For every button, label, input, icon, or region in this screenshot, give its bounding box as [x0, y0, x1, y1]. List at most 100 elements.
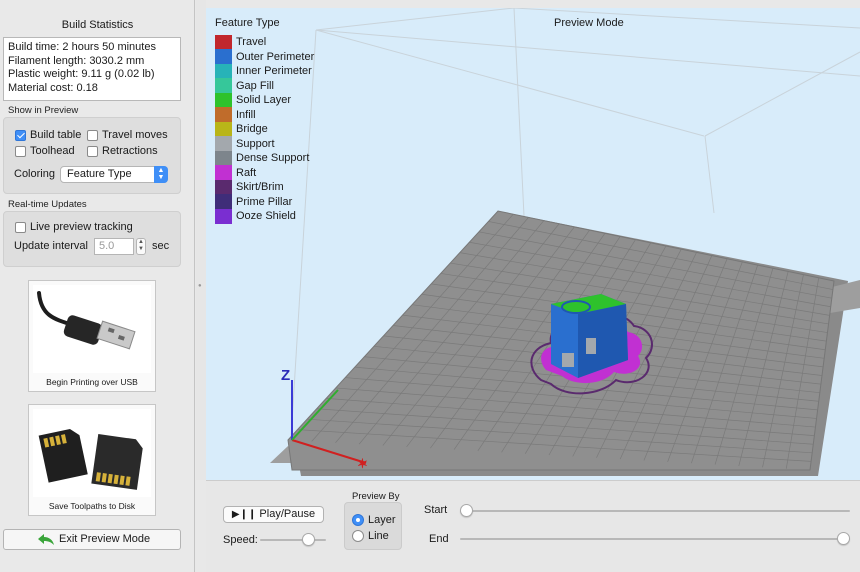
speed-slider-track[interactable]: [260, 539, 326, 541]
build-statistics-title: Build Statistics: [61, 19, 134, 31]
legend-label: Ooze Shield: [236, 210, 296, 223]
build-table-label: Build table: [30, 129, 82, 141]
play-pause-label: Play/Pause: [259, 508, 316, 520]
legend-item: Inner Perimeter: [215, 63, 314, 79]
retractions-checkbox[interactable]: Retractions: [87, 145, 158, 157]
begin-printing-usb-button[interactable]: Begin Printing over USB: [28, 280, 156, 392]
exit-preview-mode-label: Exit Preview Mode: [59, 533, 151, 545]
legend-label: Inner Perimeter: [236, 65, 312, 78]
update-interval-unit: sec: [152, 240, 170, 252]
build-table-check-icon: [15, 129, 26, 141]
legend-label: Prime Pillar: [236, 195, 293, 208]
preview-viewport[interactable]: Z ✶ Feature Type Travel Outer Perimeter In…: [206, 8, 860, 480]
show-in-preview-label: Show in Preview: [8, 105, 79, 116]
legend-swatch: [215, 194, 232, 210]
preview-by-label: Preview By: [352, 491, 400, 502]
update-interval-stepper[interactable]: ▲ ▼: [136, 238, 146, 255]
legend-swatch: [215, 92, 232, 108]
legend-item: Solid Layer: [215, 92, 314, 108]
end-label: End: [429, 533, 449, 545]
play-pause-button[interactable]: ▶❙❙ Play/Pause: [223, 506, 324, 523]
legend-label: Infill: [236, 108, 256, 121]
realtime-updates-group: Live preview tracking Update interval 5.…: [3, 211, 181, 267]
update-interval-label: Update interval: [14, 240, 88, 252]
end-slider-track[interactable]: [460, 538, 850, 540]
legend-item: Outer Perimeter: [215, 49, 315, 65]
layer-radio-icon: [352, 514, 364, 526]
left-panel: Build Statistics Build time: 2 hours 50 …: [0, 0, 195, 572]
legend-item: Support: [215, 136, 314, 152]
preview-by-layer-radio[interactable]: Layer: [352, 514, 396, 526]
playback-controls: ▶❙❙ Play/Pause Speed: Layer Line Preview…: [206, 480, 860, 572]
material-cost-text: Material cost: 0.18: [8, 81, 98, 94]
panel-splitter[interactable]: [196, 0, 206, 480]
legend-item: Bridge: [215, 121, 314, 137]
update-interval-input[interactable]: 5.0: [94, 238, 134, 255]
save-toolpaths-disk-label: Save Toolpaths to Disk: [48, 501, 136, 511]
live-preview-tracking-checkbox[interactable]: Live preview tracking: [15, 221, 133, 233]
legend-item: Travel: [215, 34, 314, 50]
plastic-weight-text: Plastic weight: 9.11 g (0.02 lb): [8, 68, 155, 80]
preview-by-line-radio[interactable]: Line: [352, 530, 389, 542]
preview-mode-label: Preview Mode: [554, 17, 624, 29]
chevron-updown-icon: ▲ ▼: [154, 166, 168, 183]
feature-type-legend-title: Feature Type: [215, 17, 280, 29]
coloring-select-value: Feature Type: [67, 168, 132, 180]
toolhead-check-icon: [15, 145, 26, 157]
coloring-label: Coloring: [14, 168, 55, 180]
legend-swatch: [215, 34, 232, 50]
speed-slider-handle[interactable]: [302, 533, 316, 546]
legend-label: Support: [236, 137, 275, 150]
retractions-label: Retractions: [102, 145, 158, 157]
sd-card-icon: [33, 409, 151, 497]
save-toolpaths-disk-button[interactable]: Save Toolpaths to Disk: [28, 404, 156, 516]
legend-swatch: [215, 179, 232, 195]
start-label: Start: [424, 504, 448, 516]
exit-preview-mode-button[interactable]: Exit Preview Mode: [3, 529, 181, 550]
legend-item: Dense Support: [215, 150, 314, 166]
realtime-updates-label: Real-time Updates: [8, 199, 87, 210]
z-axis-label: Z: [281, 367, 290, 384]
end-slider-handle[interactable]: [837, 532, 850, 545]
travel-moves-check-icon: [87, 129, 98, 141]
build-table-checkbox[interactable]: Build table: [15, 129, 81, 141]
live-preview-check-icon: [15, 221, 26, 233]
layer-radio-label: Layer: [368, 514, 396, 526]
legend-swatch: [215, 121, 232, 137]
build-time-text: Build time: 2 hours 50 minutes: [8, 41, 156, 53]
build-statistics-box: Build time: 2 hours 50 minutes Filament …: [3, 37, 181, 101]
legend-swatch: [215, 208, 232, 224]
usb-cable-icon: [33, 285, 151, 373]
legend-swatch: [215, 107, 232, 123]
legend-swatch: [215, 63, 232, 79]
legend-label: Travel: [236, 36, 267, 49]
back-arrow-icon: [38, 534, 54, 545]
start-slider-handle[interactable]: [460, 504, 473, 517]
travel-moves-label: Travel moves: [102, 129, 168, 141]
legend-label: Outer Perimeter: [236, 50, 315, 63]
legend-swatch: [215, 165, 232, 181]
begin-printing-usb-label: Begin Printing over USB: [46, 377, 138, 387]
toolhead-label: Toolhead: [30, 145, 75, 157]
legend-label: Skirt/Brim: [236, 181, 284, 194]
travel-moves-checkbox[interactable]: Travel moves: [87, 129, 168, 141]
legend-label: Solid Layer: [236, 94, 292, 107]
legend-item: Skirt/Brim: [215, 179, 314, 195]
start-slider-track[interactable]: [460, 510, 850, 512]
coloring-select[interactable]: Feature Type ▲ ▼: [60, 166, 168, 183]
retractions-check-icon: [87, 145, 98, 157]
legend-swatch: [215, 150, 232, 166]
legend-item: Prime Pillar: [215, 194, 314, 210]
toolhead-checkbox[interactable]: Toolhead: [15, 145, 75, 157]
legend-item: Ooze Shield: [215, 208, 314, 224]
splitter-grip-icon: ●: [198, 283, 202, 289]
legend-label: Raft: [236, 166, 257, 179]
legend-swatch: [215, 78, 232, 94]
speed-label: Speed:: [223, 534, 258, 546]
legend-swatch: [215, 49, 232, 65]
legend-swatch: [215, 136, 232, 152]
feature-type-legend: Travel Outer Perimeter Inner Perimeter Gap …: [215, 34, 315, 224]
legend-label: Dense Support: [236, 152, 310, 165]
line-radio-label: Line: [368, 530, 389, 542]
legend-item: Gap Fill: [215, 78, 314, 94]
